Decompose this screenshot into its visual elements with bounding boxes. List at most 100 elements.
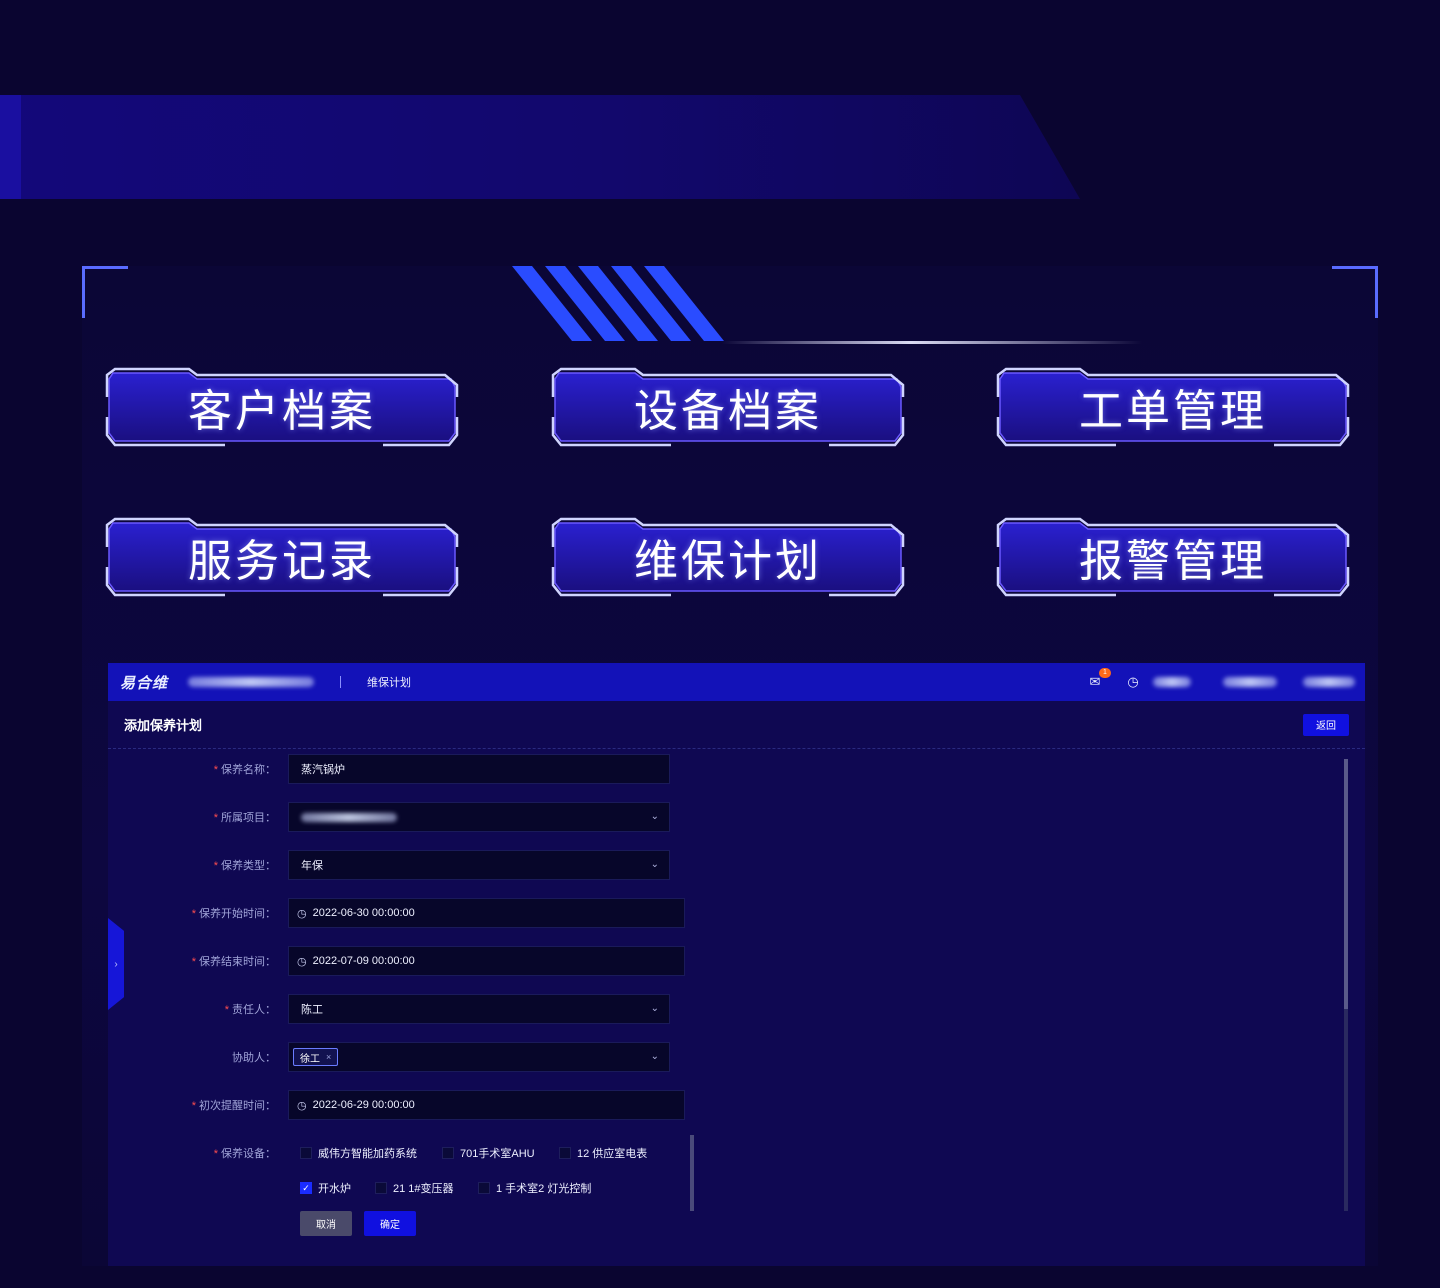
nav-label: 维保计划	[634, 537, 822, 586]
start-time-picker[interactable]: ◷ 2022-06-30 00:00:00	[288, 898, 685, 928]
field-label: * 保养设备：	[108, 1145, 288, 1161]
redacted-project-name	[301, 812, 397, 822]
message-icon[interactable]: ✉ 1	[1087, 668, 1111, 690]
checkbox-box[interactable]	[442, 1147, 454, 1159]
select-value: 年保	[301, 860, 323, 872]
field-label: * 保养名称：	[108, 761, 288, 777]
maintenance-type-select[interactable]: 年保 ⌄	[288, 850, 670, 880]
app-logo: 易合维	[120, 674, 169, 692]
sidebar-toggle[interactable]: ›	[108, 918, 124, 1010]
header-divider	[340, 676, 342, 688]
redacted-account[interactable]	[1303, 677, 1355, 687]
chevron-right-icon: ›	[114, 958, 118, 970]
label-text: 保养开始时间：	[199, 908, 276, 920]
checkbox-label: 12 供应室电表	[577, 1148, 648, 1160]
required-mark: *	[213, 812, 218, 824]
required-mark: *	[213, 860, 218, 872]
nav-button-customer-archive[interactable]: 客户档案	[105, 367, 459, 447]
required-mark: *	[191, 956, 196, 968]
tag-text: 徐工	[300, 1053, 320, 1065]
nav-label: 客户档案	[188, 387, 376, 436]
datetime-value: 2022-07-09 00:00:00	[312, 955, 415, 967]
select-value: 陈工	[301, 1004, 323, 1016]
device-checkbox[interactable]: 威伟方智能加药系统	[300, 1145, 417, 1161]
row-owner: * 责任人： 陈工 ⌄	[108, 993, 670, 1025]
field-label: * 责任人：	[108, 1001, 288, 1017]
redacted-time	[1153, 677, 1191, 687]
nav-button-work-order[interactable]: 工单管理	[996, 367, 1350, 447]
label-text: 保养名称：	[221, 764, 276, 776]
back-button[interactable]: 返回	[1303, 713, 1349, 736]
device-list-scrollbar[interactable]	[690, 1135, 694, 1211]
page-header: 添加保养计划 返回	[108, 701, 1365, 749]
required-mark: *	[191, 1100, 196, 1112]
clock-icon: ◷	[297, 955, 307, 968]
maintenance-name-input[interactable]: 蒸汽锅炉	[288, 754, 670, 784]
device-checkbox[interactable]: ✓ 开水炉	[300, 1180, 351, 1196]
assistant-tag[interactable]: 徐工 ×	[293, 1048, 339, 1066]
label-text: 保养结束时间：	[199, 956, 276, 968]
row-start-time: * 保养开始时间： ◷ 2022-06-30 00:00:00	[108, 897, 685, 929]
device-checkbox[interactable]: 12 供应室电表	[559, 1145, 647, 1161]
label-text: 保养设备：	[221, 1148, 276, 1160]
owner-select[interactable]: 陈工 ⌄	[288, 994, 670, 1024]
checkbox-label: 开水炉	[318, 1183, 351, 1195]
assistant-multiselect[interactable]: 徐工 × ⌄	[288, 1042, 670, 1072]
confirm-button[interactable]: 确定	[364, 1211, 416, 1236]
end-time-picker[interactable]: ◷ 2022-07-09 00:00:00	[288, 946, 685, 976]
row-maintenance-name: * 保养名称： 蒸汽锅炉	[108, 753, 670, 785]
checkbox-box[interactable]	[559, 1147, 571, 1159]
chevron-down-icon: ⌄	[650, 1003, 659, 1014]
device-checkbox[interactable]: 1 手术室2 灯光控制	[478, 1180, 591, 1196]
row-first-reminder: * 初次提醒时间： ◷ 2022-06-29 00:00:00	[108, 1089, 685, 1121]
chevron-down-icon: ⌄	[650, 1051, 659, 1062]
checkbox-label: 威伟方智能加药系统	[318, 1148, 417, 1160]
device-checkbox[interactable]: 21 1#变压器	[375, 1180, 454, 1196]
nav-button-equipment-archive[interactable]: 设备档案	[551, 367, 905, 447]
input-value: 蒸汽锅炉	[301, 764, 345, 776]
checkbox-box-checked[interactable]: ✓	[300, 1182, 312, 1194]
cancel-button[interactable]: 取消	[300, 1211, 352, 1236]
nav-button-service-record[interactable]: 服务记录	[105, 517, 459, 597]
redacted-user[interactable]	[1223, 677, 1277, 687]
required-mark: *	[191, 908, 196, 920]
datetime-value: 2022-06-30 00:00:00	[312, 907, 415, 919]
label-text: 所属项目：	[221, 812, 276, 824]
nav-label: 报警管理	[1079, 537, 1267, 586]
header-actions: ✉ 1 ◷	[1087, 663, 1355, 701]
row-maintenance-type: * 保养类型： 年保 ⌄	[108, 849, 670, 881]
page-title: 添加保养计划	[124, 718, 203, 733]
form-scrollbar[interactable]	[1344, 759, 1348, 1211]
checkbox-box[interactable]	[478, 1182, 490, 1194]
field-label: * 保养开始时间：	[108, 905, 288, 921]
row-assistant: 协助人： 徐工 × ⌄	[108, 1041, 670, 1073]
clock-icon: ◷	[1127, 674, 1139, 689]
nav-label: 工单管理	[1079, 387, 1267, 436]
project-select[interactable]: ⌄	[288, 802, 670, 832]
decor-light-line	[722, 341, 1142, 344]
first-reminder-picker[interactable]: ◷ 2022-06-29 00:00:00	[288, 1090, 685, 1120]
device-checkbox-group: 威伟方智能加药系统 701手术室AHU 12 供应室电表 ✓ 开水炉 21 1#变…	[300, 1133, 700, 1213]
field-label: 协助人：	[108, 1049, 288, 1065]
label-text: 初次提醒时间：	[199, 1100, 276, 1112]
app-header: 易合维 维保计划 ✉ 1 ◷	[108, 663, 1365, 701]
close-icon[interactable]: ×	[326, 1052, 331, 1062]
nav-button-alarm-management[interactable]: 报警管理	[996, 517, 1350, 597]
required-mark: *	[213, 1148, 218, 1160]
datetime-value: 2022-06-29 00:00:00	[312, 1099, 415, 1111]
row-devices-label: * 保养设备：	[108, 1137, 288, 1169]
chevron-down-icon: ⌄	[650, 859, 659, 870]
scrollbar-thumb[interactable]	[1344, 759, 1348, 1009]
checkbox-box[interactable]	[300, 1147, 312, 1159]
field-label: * 保养类型：	[108, 857, 288, 873]
label-text: 协助人：	[232, 1052, 276, 1064]
nav-label: 服务记录	[188, 537, 376, 586]
row-project: * 所属项目： ⌄	[108, 801, 670, 833]
required-mark: *	[213, 764, 218, 776]
nav-button-maintenance-plan[interactable]: 维保计划	[551, 517, 905, 597]
checkbox-box[interactable]	[375, 1182, 387, 1194]
top-decor-band	[0, 95, 1080, 199]
header-breadcrumb: 维保计划	[367, 677, 412, 689]
checkbox-label: 1 手术室2 灯光控制	[496, 1183, 592, 1195]
device-checkbox[interactable]: 701手术室AHU	[442, 1145, 535, 1161]
